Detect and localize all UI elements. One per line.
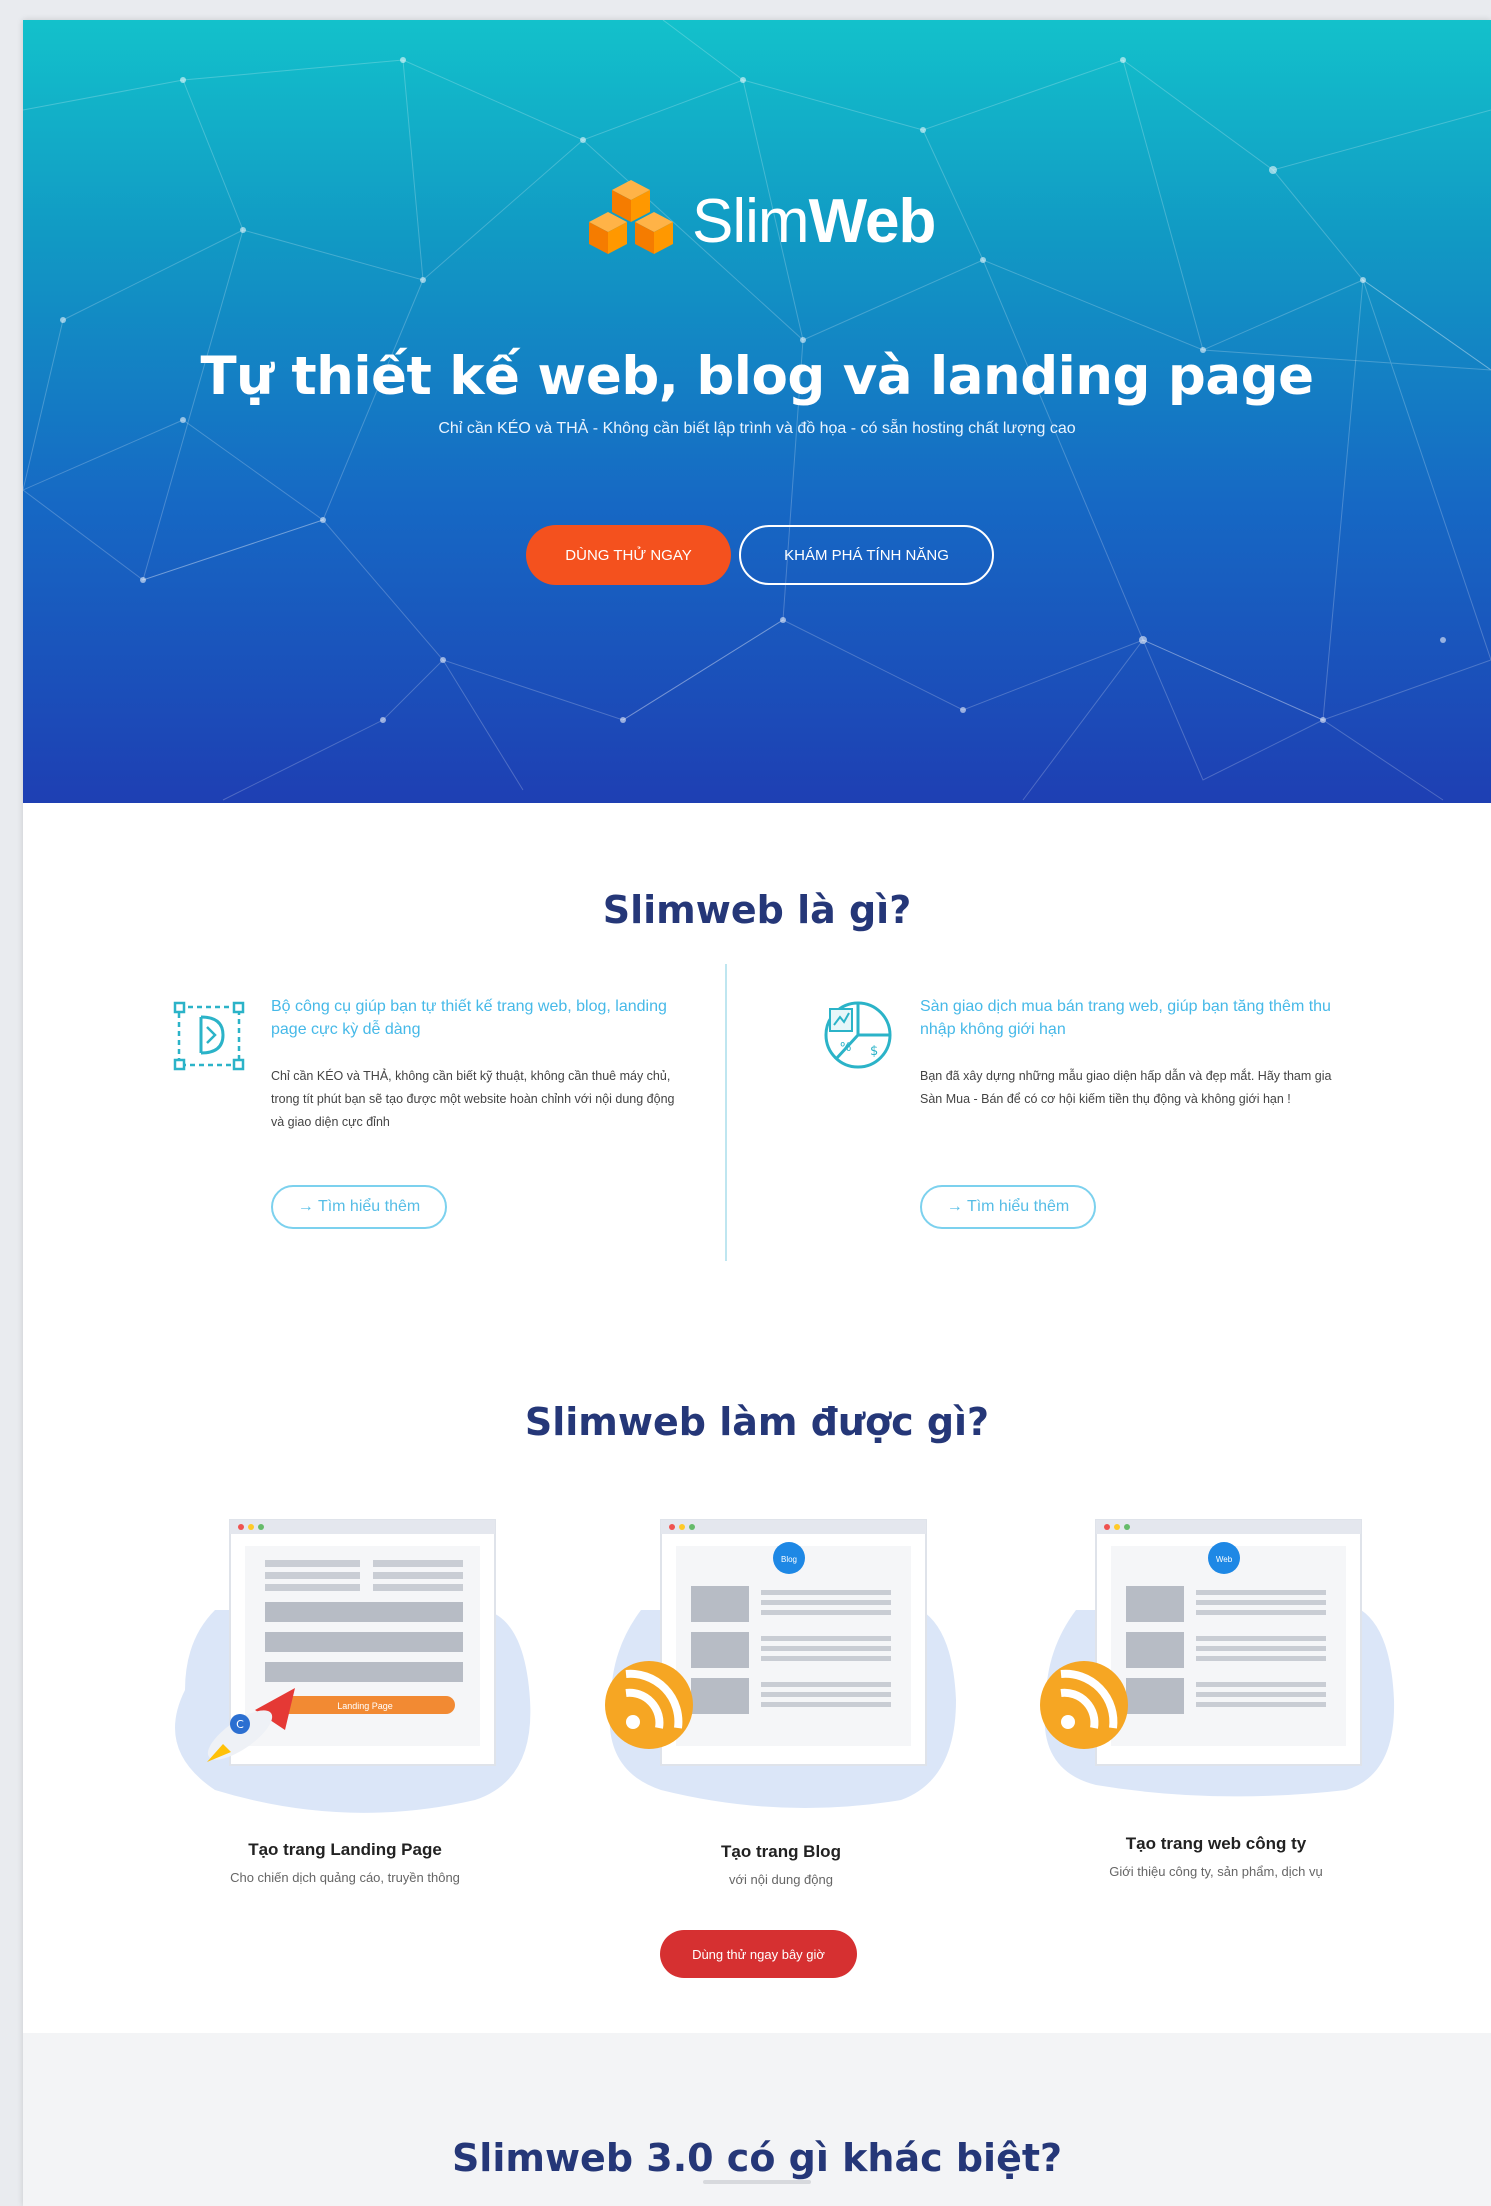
logo-text-light: Slim (692, 186, 810, 256)
svg-text:C: C (236, 1718, 244, 1731)
blog-illustration: Blog (605, 1519, 956, 1808)
svg-text:%: % (840, 1040, 851, 1054)
try-now-cta-button[interactable]: Dùng thử ngay bây giờ (660, 1930, 857, 1978)
card-title: Tạo trang Landing Page (248, 1840, 442, 1859)
landing-page-badge: Landing Page (337, 1701, 393, 1711)
slimweb-logo[interactable]: SlimWeb (578, 176, 937, 266)
svg-text:Blog: Blog (781, 1555, 797, 1564)
about-section-title: Slimweb là gì? (602, 888, 912, 932)
learn-more-button[interactable]: → Tìm hiểu thêm (920, 1185, 1096, 1229)
learn-more-button[interactable]: → Tìm hiểu thêm (271, 1185, 447, 1229)
feature-description: Bạn đã xây dựng những mẫu giao diện hấp … (920, 1069, 1332, 1106)
card-blog[interactable]: Blog Tạo trang Blog với nội dung động (581, 1500, 981, 1900)
feature-marketplace: % $ Sàn giao dịch mua bán trang web, giú… (818, 995, 1358, 1255)
capabilities-section-title: Slimweb làm được gì? (524, 1400, 990, 1444)
title-underline (703, 2180, 811, 2184)
cubes-logo-icon (589, 180, 673, 254)
card-subtitle: Giới thiệu công ty, sản phẩm, dịch vụ (1109, 1864, 1323, 1879)
about-divider (725, 964, 727, 1261)
card-subtitle: Cho chiến dịch quảng cáo, truyền thông (230, 1870, 460, 1885)
hero-subtitle: Chỉ cần KÉO và THẢ - Không cần biết lập … (438, 420, 1076, 437)
logo-text-bold: Web (808, 186, 937, 256)
try-now-button[interactable]: DÙNG THỬ NGAY (526, 525, 731, 585)
card-subtitle: với nội dung động (729, 1872, 833, 1887)
hero-title: Tự thiết kế web, blog và landing page (200, 346, 1314, 407)
feature-design-tool: Bộ công cụ giúp bạn tự thiết kế trang we… (169, 995, 709, 1255)
feature-title: Sàn giao dịch mua bán trang web, giúp bạ… (920, 998, 1331, 1038)
drag-drop-design-icon (173, 1001, 245, 1071)
card-title: Tạo trang Blog (721, 1842, 841, 1861)
feature-description: Chỉ cần KÉO và THẢ, không cần biết kỹ th… (271, 1069, 675, 1129)
logo-wordmark: SlimWeb (692, 186, 937, 257)
explore-features-button[interactable]: KHÁM PHÁ TÍNH NĂNG (739, 525, 994, 585)
landing-page-illustration: Landing Page C (175, 1519, 531, 1813)
company-site-illustration: Web (1040, 1519, 1395, 1797)
card-title: Tạo trang web công ty (1125, 1834, 1307, 1853)
marketplace-chart-icon: % $ (824, 1001, 892, 1069)
card-landing-page[interactable]: Landing Page C Tạo trang Landing Page Ch… (145, 1500, 545, 1900)
svg-text:$: $ (870, 1044, 878, 1059)
feature-title: Bộ công cụ giúp bạn tự thiết kế trang we… (271, 998, 667, 1038)
hero-section: SlimWeb Tự thiết kế web, blog và landing… (23, 20, 1491, 803)
difference-section-title: Slimweb 3.0 có gì khác biệt? (451, 2136, 1063, 2180)
network-background (23, 20, 1491, 801)
card-company-site[interactable]: Web Tạo trang web công ty Giới thiệu côn… (1016, 1500, 1416, 1900)
svg-text:Web: Web (1216, 1555, 1233, 1564)
page: SlimWeb Tự thiết kế web, blog và landing… (23, 20, 1491, 2206)
